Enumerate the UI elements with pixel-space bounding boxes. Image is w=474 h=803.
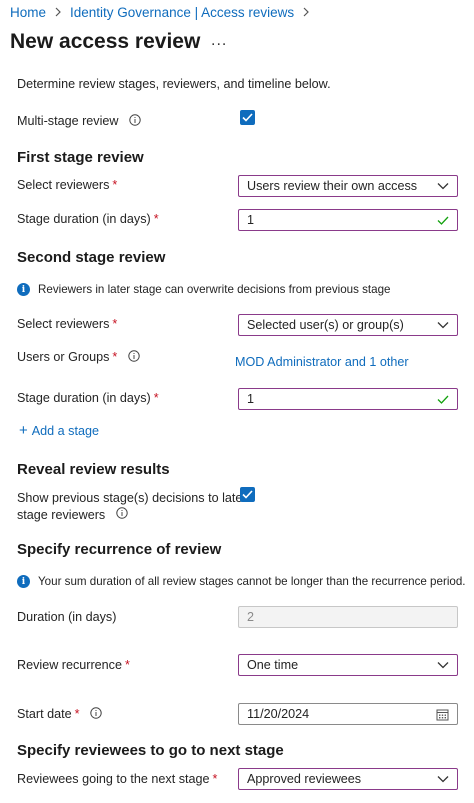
start-date-picker[interactable]: 11/20/2024 (238, 703, 458, 725)
reviewees-next-stage-dropdown[interactable]: Approved reviewees (238, 768, 458, 790)
required-marker: * (153, 391, 159, 405)
second-stage-duration-label: Stage duration (in days) * (17, 391, 159, 405)
breadcrumb-parent-link[interactable]: Identity Governance | Access reviews (70, 5, 294, 20)
info-icon[interactable] (128, 350, 140, 365)
plus-icon: + (19, 422, 28, 439)
second-stage-reviewers-dropdown[interactable]: Selected user(s) or group(s) (238, 314, 458, 336)
duration-label: Duration (in days) (17, 610, 117, 624)
required-marker: * (153, 212, 159, 226)
page-title: New access review (10, 30, 201, 53)
checkmark-icon (242, 113, 253, 122)
start-date-label: Start date * (17, 707, 102, 722)
first-stage-heading: First stage review (17, 149, 144, 166)
breadcrumb-home-link[interactable]: Home (10, 5, 46, 20)
duration-input: 2 (238, 606, 458, 628)
first-stage-reviewers-dropdown[interactable]: Users review their own access (238, 175, 458, 197)
valid-checkmark-icon (437, 395, 449, 404)
reviewees-next-stage-label: Reviewees going to the next stage * (17, 772, 218, 786)
reveal-checkbox[interactable] (240, 487, 255, 502)
chevron-right-icon (302, 6, 310, 20)
review-recurrence-label: Review recurrence * (17, 658, 130, 672)
info-icon[interactable] (129, 114, 141, 129)
reveal-heading: Reveal review results (17, 461, 170, 478)
chevron-right-icon (54, 6, 62, 20)
valid-checkmark-icon (437, 216, 449, 225)
next-stage-heading: Specify reviewees to go to next stage (17, 742, 284, 759)
info-icon[interactable] (90, 707, 102, 722)
first-stage-duration-label: Stage duration (in days) * (17, 212, 159, 226)
required-marker: * (74, 707, 80, 721)
recurrence-notice: i Your sum duration of all review stages… (17, 575, 466, 588)
checkmark-icon (242, 490, 253, 499)
required-marker: * (125, 658, 130, 672)
chevron-down-icon (437, 662, 449, 669)
required-marker: * (112, 178, 118, 192)
breadcrumb: Home Identity Governance | Access review… (10, 5, 310, 20)
multi-stage-checkbox[interactable] (240, 110, 255, 125)
reveal-label: Show previous stage(s) decisions to late… (17, 490, 247, 524)
info-filled-icon: i (17, 283, 30, 296)
chevron-down-icon (437, 322, 449, 329)
required-marker: * (212, 772, 218, 786)
info-filled-icon: i (17, 575, 30, 588)
recurrence-heading: Specify recurrence of review (17, 541, 222, 558)
review-recurrence-dropdown[interactable]: One time (238, 654, 458, 676)
second-stage-duration-input[interactable]: 1 (238, 388, 458, 410)
second-stage-reviewers-label: Select reviewers * (17, 317, 118, 331)
multi-stage-label: Multi-stage review (17, 114, 141, 129)
second-stage-notice: i Reviewers in later stage can overwrite… (17, 283, 390, 296)
chevron-down-icon (437, 183, 449, 190)
info-icon[interactable] (116, 507, 128, 524)
users-or-groups-link[interactable]: MOD Administrator and 1 other (235, 355, 409, 369)
first-stage-reviewers-label: Select reviewers * (17, 178, 118, 192)
chevron-down-icon (437, 776, 449, 783)
add-stage-button[interactable]: + Add a stage (19, 422, 99, 439)
required-marker: * (112, 317, 118, 331)
calendar-icon[interactable] (436, 708, 449, 721)
intro-text: Determine review stages, reviewers, and … (17, 77, 331, 91)
first-stage-duration-input[interactable]: 1 (238, 209, 458, 231)
users-or-groups-label: Users or Groups * (17, 350, 140, 365)
required-marker: * (112, 350, 118, 364)
second-stage-heading: Second stage review (17, 249, 166, 266)
more-options-button[interactable]: ... (211, 32, 227, 50)
